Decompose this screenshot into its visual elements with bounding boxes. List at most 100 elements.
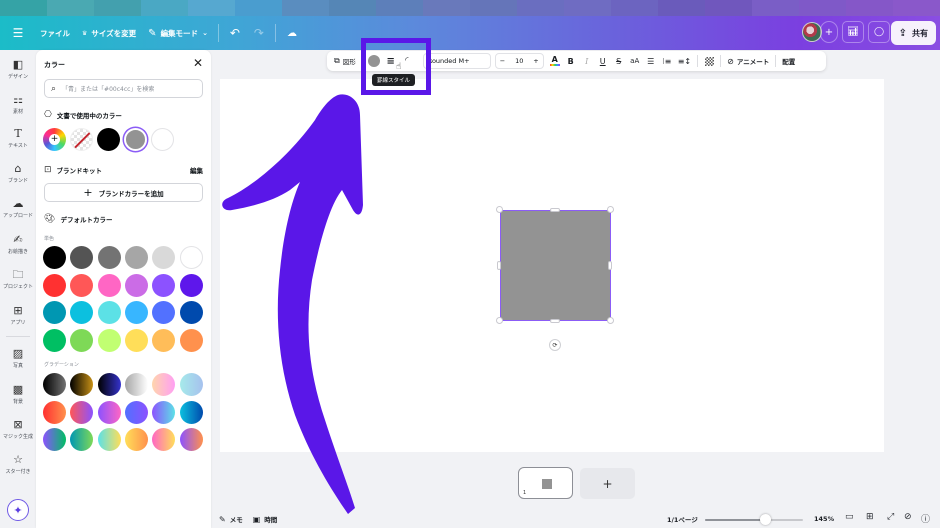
brand-kit-edit-link[interactable]: 編集: [190, 165, 203, 175]
gradient-swatch[interactable]: [43, 428, 66, 451]
align-button[interactable]: ☰: [643, 53, 659, 69]
text-color-button[interactable]: A: [547, 53, 563, 69]
spacing-button[interactable]: ≡↕: [675, 53, 694, 69]
solid-color-swatch[interactable]: [43, 301, 66, 324]
undo-button[interactable]: ↶: [223, 21, 247, 45]
bold-button[interactable]: B: [563, 53, 579, 69]
decrease-font-size-button[interactable]: −: [500, 57, 505, 65]
add-color-button[interactable]: +: [43, 128, 66, 151]
gradient-swatch[interactable]: [152, 400, 176, 424]
resize-handle-right[interactable]: [608, 261, 612, 270]
gradient-swatch[interactable]: [97, 428, 121, 451]
timer-button[interactable]: ▣ 時間: [253, 514, 278, 525]
page-indicator[interactable]: 1/1ページ: [667, 514, 698, 524]
resize-handle-bottom[interactable]: [550, 319, 560, 323]
solid-color-swatch[interactable]: [179, 246, 203, 269]
comments-button[interactable]: ◯: [868, 21, 890, 43]
doc-color-swatch[interactable]: [97, 128, 120, 151]
solid-color-swatch[interactable]: [124, 301, 148, 324]
gradient-swatch[interactable]: [97, 400, 121, 424]
solid-color-swatch[interactable]: [97, 301, 121, 324]
gradient-swatch[interactable]: [179, 428, 203, 451]
solid-color-swatch[interactable]: [179, 273, 203, 297]
share-button[interactable]: ⇪ 共有: [890, 21, 936, 45]
page-view-icon[interactable]: ▭: [845, 512, 854, 522]
gradient-swatch[interactable]: [124, 428, 148, 451]
gradient-swatch[interactable]: [43, 373, 66, 396]
gradient-swatch[interactable]: [70, 373, 94, 396]
gradient-swatch[interactable]: [70, 400, 94, 424]
solid-color-swatch[interactable]: [179, 301, 203, 324]
add-page-button[interactable]: +: [580, 468, 635, 499]
transparency-button[interactable]: [701, 53, 717, 69]
page-thumbnail[interactable]: 1: [518, 467, 573, 499]
shape-button[interactable]: ⧉ 図形: [331, 53, 359, 69]
gradient-swatch[interactable]: [152, 373, 176, 396]
solid-color-swatch[interactable]: [179, 328, 203, 352]
font-size-value[interactable]: 10: [515, 57, 523, 65]
sidebar-item-projects[interactable]: 🗀 プロジェクト: [0, 268, 36, 290]
strikethrough-button[interactable]: S: [611, 53, 627, 69]
resize-handle-bottom-right[interactable]: [607, 317, 614, 324]
sidebar-item-text[interactable]: T テキスト: [0, 127, 36, 149]
file-menu-button[interactable]: ファイル: [34, 21, 76, 45]
gradient-swatch[interactable]: [179, 400, 203, 424]
zoom-percent[interactable]: 145%: [814, 515, 834, 523]
solid-color-swatch[interactable]: [70, 273, 94, 297]
solid-color-swatch[interactable]: [97, 328, 121, 352]
resize-handle-top-right[interactable]: [607, 206, 614, 213]
resize-button[interactable]: ♛ サイズを変更: [76, 21, 142, 45]
gradient-swatch[interactable]: [179, 373, 203, 396]
gradient-swatch[interactable]: [124, 373, 148, 396]
transparent-swatch[interactable]: [70, 128, 93, 151]
doc-color-swatch-selected[interactable]: [124, 128, 147, 151]
increase-font-size-button[interactable]: +: [533, 57, 538, 65]
gradient-swatch[interactable]: [152, 428, 176, 451]
list-button[interactable]: ⁝≡: [659, 53, 675, 69]
gradient-swatch[interactable]: [97, 373, 121, 396]
solid-color-swatch[interactable]: [124, 273, 148, 297]
solid-color-swatch[interactable]: [97, 273, 121, 297]
solid-color-swatch[interactable]: [152, 301, 176, 324]
solid-color-swatch[interactable]: [152, 273, 176, 297]
font-family-dropdown[interactable]: Rounded M+: [422, 53, 491, 69]
resize-handle-top[interactable]: [550, 208, 560, 212]
italic-button[interactable]: I: [579, 53, 595, 69]
sidebar-item-brand[interactable]: ⌂ ブランド: [0, 162, 36, 184]
rotate-button[interactable]: ⟳: [549, 339, 561, 351]
magic-assistant-button[interactable]: ✦: [7, 499, 29, 521]
resize-handle-left[interactable]: [497, 261, 501, 270]
solid-color-swatch[interactable]: [124, 246, 148, 269]
avatar[interactable]: [802, 22, 822, 42]
sidebar-item-apps[interactable]: ⊞ アプリ: [0, 304, 36, 326]
solid-color-swatch[interactable]: [43, 273, 66, 297]
add-brand-color-button[interactable]: + ブランドカラーを追加: [44, 183, 203, 202]
check-circle-icon[interactable]: ⊘: [904, 512, 912, 522]
solid-color-swatch[interactable]: [70, 328, 94, 352]
help-icon[interactable]: ⓘ: [921, 512, 930, 525]
sidebar-item-photos[interactable]: ▨ 写真: [0, 347, 36, 369]
edit-mode-dropdown[interactable]: ✎ 編集モード ⌄: [142, 21, 214, 45]
zoom-slider[interactable]: [705, 514, 803, 525]
gradient-swatch[interactable]: [124, 400, 148, 424]
close-panel-button[interactable]: ✕: [193, 57, 203, 69]
solid-color-swatch[interactable]: [43, 246, 66, 269]
menu-button[interactable]: ☰: [6, 21, 30, 45]
doc-color-swatch[interactable]: [151, 128, 174, 151]
sidebar-item-draw[interactable]: ✍ お絵描き: [0, 233, 36, 255]
underline-button[interactable]: U: [595, 53, 611, 69]
resize-handle-top-left[interactable]: [496, 206, 503, 213]
sidebar-item-uploads[interactable]: ☁ アップロード: [0, 197, 36, 219]
selected-square-shape[interactable]: [500, 210, 611, 321]
color-search-input[interactable]: ⌕ 「青」または「#00c4cc」を検索: [44, 79, 203, 98]
animate-button[interactable]: ⊘ アニメート: [724, 53, 772, 69]
sidebar-item-elements[interactable]: ⚏ 素材: [0, 93, 36, 115]
solid-color-swatch[interactable]: [124, 328, 148, 352]
resize-handle-bottom-left[interactable]: [496, 317, 503, 324]
fullscreen-icon[interactable]: ⤢: [887, 512, 894, 522]
gradient-swatch[interactable]: [70, 428, 94, 451]
font-size-stepper[interactable]: − 10 +: [494, 53, 544, 69]
letter-case-button[interactable]: aA: [627, 53, 643, 69]
redo-button[interactable]: ↷: [247, 21, 271, 45]
gradient-swatch[interactable]: [43, 400, 66, 424]
